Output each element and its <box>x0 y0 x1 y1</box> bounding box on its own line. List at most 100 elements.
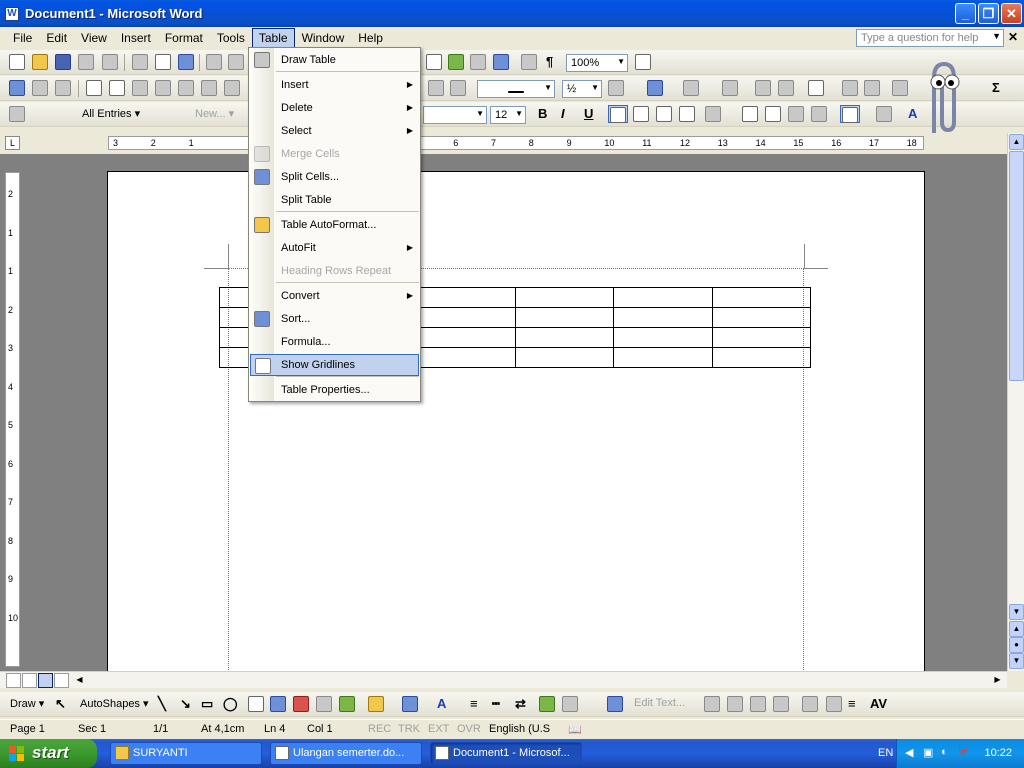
status-ovr[interactable]: OVR <box>457 723 481 735</box>
menu-file[interactable]: File <box>6 28 39 48</box>
merge-cells-button[interactable] <box>753 79 773 97</box>
decrease-indent-button[interactable] <box>786 105 806 123</box>
highlight-button[interactable] <box>874 105 894 123</box>
distribute-rows-button[interactable] <box>840 79 860 97</box>
character-spacing-button[interactable] <box>824 695 844 713</box>
protect-form-button[interactable] <box>222 79 242 97</box>
email-button[interactable] <box>100 53 120 71</box>
line-spacing-button[interactable] <box>703 105 723 123</box>
volume-icon[interactable]: ◐ <box>941 746 948 758</box>
open-button[interactable] <box>30 53 50 71</box>
web-layout-view-icon[interactable] <box>22 673 37 688</box>
autosum-icon[interactable]: Σ <box>992 80 1000 95</box>
table-menu-item-table-autoformat[interactable]: Table AutoFormat... <box>250 214 419 236</box>
split-cells-button[interactable] <box>776 79 796 97</box>
distribute-columns-button[interactable] <box>862 79 882 97</box>
outline-view-icon[interactable] <box>54 673 69 688</box>
option-button[interactable] <box>153 79 173 97</box>
combo-field-button[interactable] <box>130 79 150 97</box>
shadow-button[interactable] <box>537 695 557 713</box>
checkbox-field-button[interactable] <box>84 79 104 97</box>
bold-icon[interactable]: B <box>538 106 547 121</box>
menu-window[interactable]: Window <box>295 28 352 48</box>
insert-excel-button[interactable] <box>446 53 466 71</box>
same-letter-heights-button[interactable] <box>748 695 768 713</box>
table-cell[interactable] <box>711 287 811 308</box>
table-menu-item-show-gridlines[interactable]: Show Gridlines <box>250 354 419 376</box>
next-page-icon[interactable]: ▼ <box>1009 653 1024 669</box>
font-size-dropdown[interactable]: 12 ▼ <box>490 106 526 124</box>
help-question-input[interactable]: Type a question for help ▼ <box>856 29 1004 47</box>
chevron-down-icon[interactable]: ▼ <box>992 31 1001 41</box>
3d-button[interactable] <box>560 695 580 713</box>
edit-text-button[interactable]: Edit Text... <box>634 697 685 709</box>
status-ext[interactable]: EXT <box>428 723 449 735</box>
align-center-button[interactable] <box>631 105 651 123</box>
scroll-thumb[interactable] <box>1009 151 1024 381</box>
erase-line-button[interactable] <box>448 79 468 97</box>
columns-button[interactable] <box>468 53 488 71</box>
bullets-button[interactable] <box>763 105 783 123</box>
draw-menu-button[interactable]: Draw ▾ <box>10 697 44 710</box>
scroll-right-icon[interactable]: ▶ <box>990 673 1005 688</box>
minimize-button[interactable]: _ <box>955 3 976 24</box>
vertical-text-button[interactable] <box>771 695 791 713</box>
line-style-icon[interactable]: ≡ <box>470 696 478 711</box>
eraser-tool-button[interactable] <box>30 79 50 97</box>
increase-indent-button[interactable] <box>809 105 829 123</box>
menu-view[interactable]: View <box>74 28 114 48</box>
status-trk[interactable]: TRK <box>398 723 420 735</box>
scroll-left-icon[interactable]: ◀ <box>72 673 87 688</box>
table-cell[interactable] <box>711 347 811 368</box>
italic-icon[interactable]: I <box>561 106 565 121</box>
table-cell[interactable] <box>416 307 516 328</box>
arrow-style-icon[interactable]: ⇄ <box>515 696 526 712</box>
table-cell[interactable] <box>711 327 811 348</box>
vertical-scrollbar[interactable]: ▲ ▼ ▲ ● ▼ <box>1007 133 1024 671</box>
network-icon[interactable]: ▣ <box>923 746 933 759</box>
zoom-dropdown[interactable]: 100% ▼ <box>566 54 628 72</box>
print-layout-view-icon[interactable] <box>38 673 53 688</box>
table-cell[interactable] <box>514 307 614 328</box>
insert-picture-button[interactable] <box>337 695 357 713</box>
line-color-button[interactable] <box>400 695 420 713</box>
menu-format[interactable]: Format <box>158 28 210 48</box>
select-browse-object-icon[interactable]: ● <box>1009 637 1024 653</box>
tray-expand-icon[interactable]: ◀ <box>905 746 913 759</box>
maximize-button[interactable]: ❐ <box>978 3 999 24</box>
char-spacing-icon[interactable]: AV <box>870 696 887 711</box>
table-cell[interactable] <box>613 327 713 348</box>
align-left-button[interactable] <box>608 105 628 123</box>
spelling-status-icon[interactable]: 📖 <box>568 723 582 736</box>
autotext-button[interactable] <box>7 105 27 123</box>
table-menu-item-delete[interactable]: Delete ▶ <box>250 97 419 119</box>
table-menu-item-formula[interactable]: Formula... <box>250 331 419 353</box>
select-objects-icon[interactable]: ↖ <box>55 696 66 712</box>
document-close-icon[interactable]: ✕ <box>1008 30 1018 44</box>
task-suryanti[interactable]: SURYANTI <box>110 742 262 765</box>
font-color-draw-icon[interactable]: A <box>437 696 446 711</box>
underline-icon[interactable]: U <box>584 106 593 121</box>
autoformat-button[interactable] <box>890 79 910 97</box>
document-page[interactable] <box>107 171 925 671</box>
scroll-down-icon[interactable]: ▼ <box>1009 604 1024 620</box>
print-preview-button[interactable] <box>153 53 173 71</box>
menu-table[interactable]: Table <box>251 28 295 48</box>
diagram-button[interactable] <box>291 695 311 713</box>
previous-page-icon[interactable]: ▲ <box>1009 621 1024 637</box>
numbering-button[interactable] <box>740 105 760 123</box>
task-document1[interactable]: Document1 - Microsof... <box>430 742 582 765</box>
text-align-icon[interactable]: ≡ <box>848 696 856 711</box>
new-entry-button[interactable]: New... ▾ <box>195 107 234 120</box>
horizontal-ruler[interactable]: L 321123456789101112131415161718 <box>0 133 1024 154</box>
draw-line-button[interactable] <box>426 79 446 97</box>
table-menu-item-insert[interactable]: Insert ▶ <box>250 74 419 96</box>
ruler-strip[interactable]: 321123456789101112131415161718 <box>108 136 924 150</box>
table-cell[interactable] <box>416 287 516 308</box>
pilcrow-icon[interactable]: ¶ <box>546 54 553 69</box>
word-app-icon[interactable]: W <box>5 6 19 21</box>
table-cell[interactable] <box>514 287 614 308</box>
vertical-ruler[interactable]: 2 1 1 2 3 4 5 6 7 8 9 10 <box>5 172 20 667</box>
line-tool-icon[interactable]: ╲ <box>158 696 166 712</box>
line-style-dropdown[interactable]: ▼ <box>477 80 555 98</box>
